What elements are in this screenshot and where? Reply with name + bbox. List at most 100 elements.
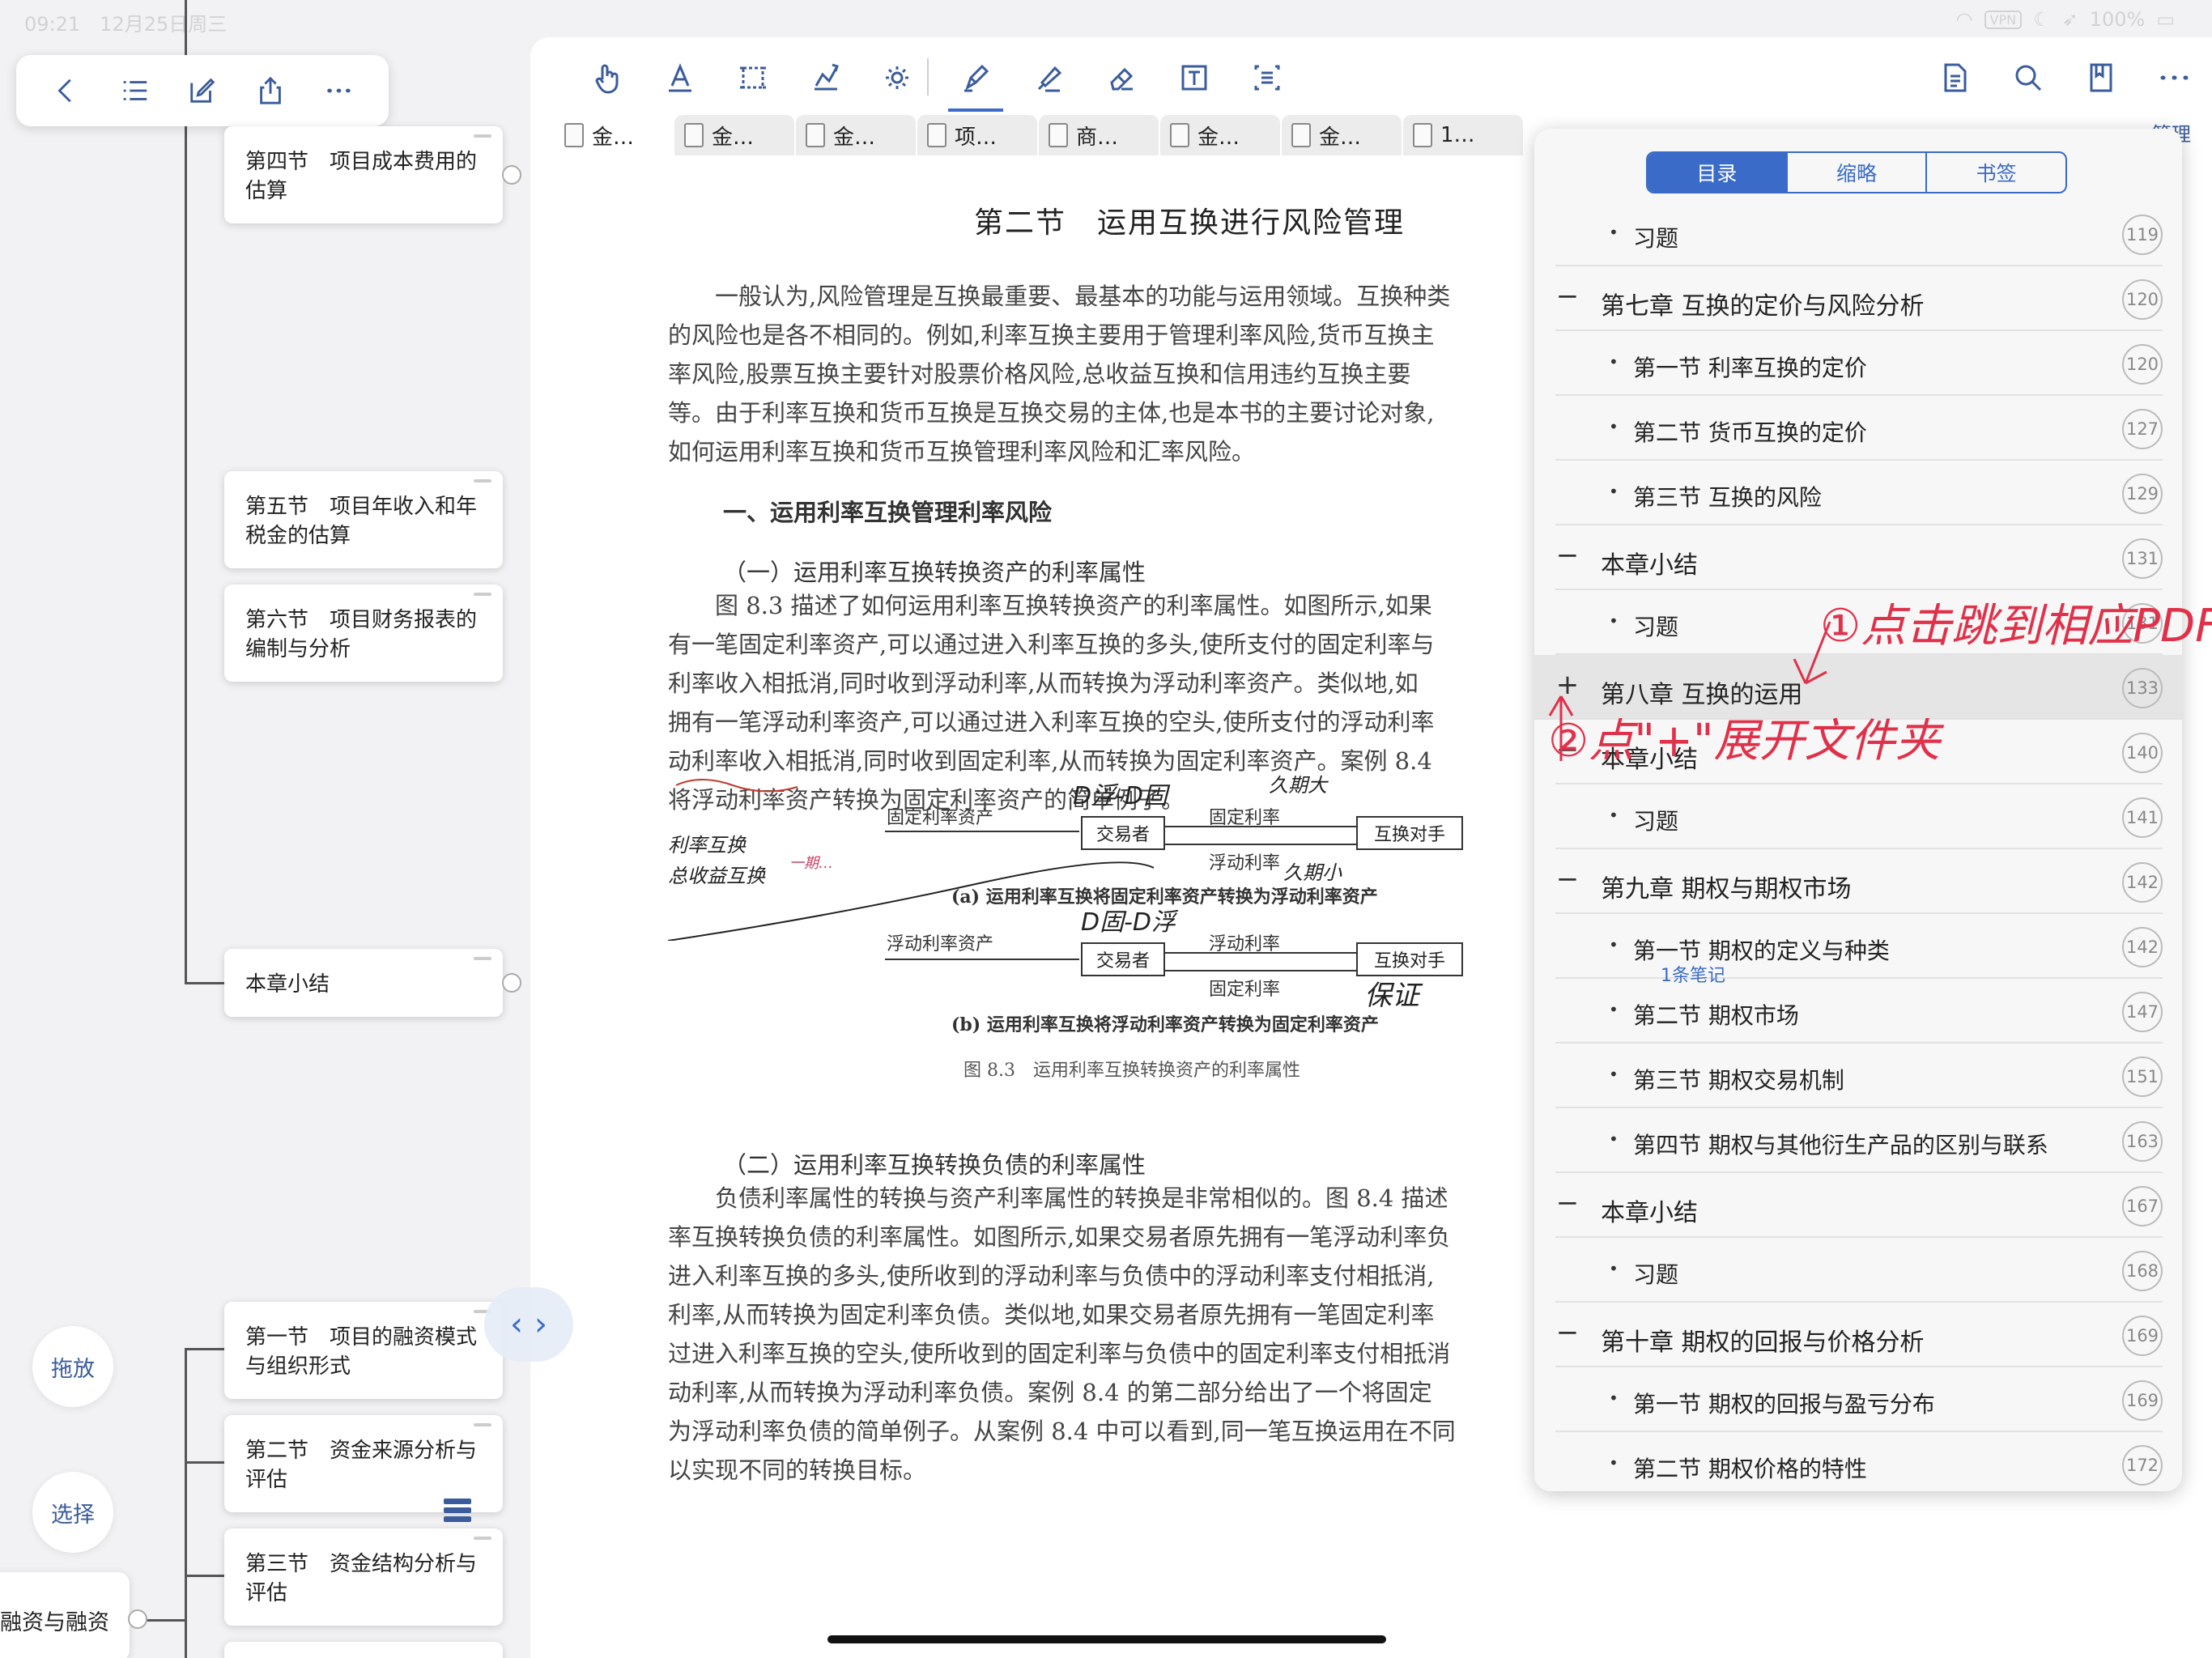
document-icon[interactable] [1931, 53, 1980, 102]
toc-row[interactable]: • 习题 119 [1555, 202, 2163, 266]
toc-row[interactable]: − 第七章 互换的定价与风险分析 120 [1555, 266, 2163, 331]
eraser-icon[interactable] [1097, 53, 1146, 102]
back-icon[interactable] [44, 68, 89, 113]
segment-thumbnails[interactable]: 缩略 [1788, 153, 1928, 192]
figure-arrow [1165, 952, 1356, 954]
doc-tab[interactable]: 金… [555, 115, 674, 155]
share-icon[interactable] [248, 68, 293, 113]
list-view-icon[interactable] [444, 1499, 471, 1523]
page-number-badge: 120 [2122, 344, 2163, 385]
drag-button[interactable]: 拖放 [32, 1326, 113, 1407]
page-number-badge: 172 [2122, 1445, 2163, 1486]
more-icon[interactable] [2150, 53, 2198, 102]
textbox-icon[interactable] [1170, 53, 1219, 102]
bullet-icon: • [1609, 482, 1619, 501]
text-icon[interactable] [656, 53, 704, 102]
toc-row[interactable]: • 习题 168 [1555, 1238, 2163, 1303]
toc-row[interactable]: − 本章小结 167 [1555, 1173, 2163, 1238]
pdf-file-icon [564, 123, 584, 147]
toc-segmented-control: 目录 缩略 书签 [1646, 151, 2067, 193]
mind-node[interactable]: 第五节 项目年收入和年税金的估算 [224, 471, 503, 568]
toc-row[interactable]: • 第三节 互换的风险 129 [1555, 461, 2163, 525]
hand-icon[interactable] [583, 53, 632, 102]
page-subheading: （二）运用利率互换转换负债的利率属性 [723, 1151, 1146, 1179]
toc-row[interactable]: − 第九章 期权与期权市场 142 [1555, 849, 2163, 914]
connector-line [185, 1348, 225, 1350]
collapse-toggle[interactable] [502, 973, 521, 993]
edit-icon[interactable] [180, 68, 225, 113]
doc-tab[interactable]: 金… [1282, 115, 1402, 155]
collapse-icon[interactable]: − [1555, 1189, 1580, 1217]
toc-row[interactable]: • 第三节 期权交易机制 151 [1555, 1044, 2163, 1108]
mind-node[interactable]: 第四节 项目成本费用的估算 [224, 126, 503, 223]
segment-bookmarks[interactable]: 书签 [1927, 153, 2065, 192]
collapse-icon[interactable]: − [1555, 1319, 1580, 1346]
search-icon[interactable] [2004, 53, 2052, 102]
battery-percent: 100% [2089, 8, 2146, 31]
toc-list: • 习题 119− 第七章 互换的定价与风险分析 120 • 第一节 利率互换的定价 120 •… [1534, 202, 2182, 1491]
toc-row-label: 第十章 期权的回报与价格分析 [1601, 1329, 1925, 1357]
toc-row-label: 习题 [1633, 225, 1679, 252]
page-number-badge: 141 [2122, 797, 2163, 838]
mind-node[interactable]: 第一节 项目的融资模式与组织形式 [224, 1302, 503, 1399]
collapse-icon[interactable]: − [1555, 865, 1580, 893]
toc-row-label: 本章小结 [1601, 1199, 1698, 1227]
toc-row[interactable]: • 第一节 期权的定义与种类 1条笔记 142 [1555, 914, 2163, 986]
figure-arrow [1165, 970, 1356, 971]
collapse-toggle[interactable] [128, 1609, 147, 1629]
figure-caption: 图 8.3 运用利率互换转换资产的利率属性 [963, 1061, 1300, 1081]
collapse-icon[interactable]: − [1555, 542, 1580, 569]
mind-map-pane[interactable]: 第四节 项目成本费用的估算 第五节 项目年收入和年税金的估算 第六节 项目财务报… [0, 0, 530, 1658]
mind-node[interactable] [224, 1642, 503, 1658]
mind-node[interactable]: 本章小结 [224, 949, 503, 1017]
ocr-icon[interactable] [1243, 53, 1291, 102]
doc-tab[interactable]: 1… [1403, 115, 1523, 155]
vpn-badge: VPN [1984, 10, 2023, 29]
pane-resize-handle[interactable]: ‹ › [484, 1287, 573, 1362]
toc-popover[interactable]: 目录 缩略 书签 • 习题 119− 第七章 互换的定价与风险分析 120 • 第一节 利率… [1534, 129, 2182, 1491]
connector-line [185, 1575, 225, 1577]
area-select-icon[interactable] [729, 53, 777, 102]
do-not-disturb-icon: ☾ [2033, 8, 2051, 31]
more-icon[interactable] [316, 68, 361, 113]
bullet-icon: • [1609, 1259, 1619, 1278]
doc-tab[interactable]: 金… [1160, 115, 1280, 155]
chart-icon[interactable] [802, 53, 850, 102]
page-number-badge: 167 [2122, 1186, 2163, 1226]
settings-icon[interactable] [874, 53, 923, 102]
select-button[interactable]: 选择 [32, 1472, 113, 1553]
pen-icon[interactable] [948, 53, 1003, 112]
bullet-icon: • [1609, 935, 1619, 954]
collapse-icon[interactable]: − [1555, 283, 1580, 310]
bookmark-icon[interactable] [2077, 53, 2125, 102]
outline-list-icon[interactable] [112, 68, 157, 113]
mind-node[interactable]: 第六节 项目财务报表的编制与分析 [224, 585, 503, 682]
doc-tab[interactable]: 项… [917, 115, 1037, 155]
toc-row-label: 第九章 期权与期权市场 [1601, 875, 1852, 903]
toc-row[interactable]: • 第一节 利率互换的定价 120 [1555, 331, 2163, 396]
toc-row[interactable]: • 第一节 期权的回报与盈亏分布 169 [1555, 1367, 2163, 1432]
page-number-badge: 147 [2122, 992, 2163, 1032]
mind-node[interactable]: 第三节 资金结构分析与评估 [224, 1528, 503, 1626]
doc-tab[interactable]: 商… [1039, 115, 1159, 155]
home-indicator[interactable] [827, 1635, 1386, 1643]
toc-row[interactable]: − 本章小结 131 [1555, 525, 2163, 590]
segment-toc[interactable]: 目录 [1648, 153, 1788, 192]
toc-row[interactable]: • 第二节 期权价格的特性 172 [1555, 1432, 2163, 1491]
doc-tab[interactable]: 金… [674, 115, 794, 155]
page-number-badge: 129 [2122, 474, 2163, 514]
toc-row-label: 第二节 期权价格的特性 [1633, 1456, 1867, 1482]
toc-row[interactable]: • 第二节 期权市场 147 [1555, 979, 2163, 1044]
collapse-toggle[interactable] [502, 165, 521, 185]
mind-root-node[interactable]: 融资与融资 [0, 1572, 130, 1658]
toc-row[interactable]: • 第四节 期权与其他衍生产品的区别与联系 163 [1555, 1108, 2163, 1173]
highlighter-icon[interactable] [1024, 53, 1073, 102]
chevron-right-icon: › [534, 1306, 547, 1343]
toc-row[interactable]: • 第二节 货币互换的定价 127 [1555, 396, 2163, 461]
doc-tab[interactable]: 金… [796, 115, 916, 155]
mind-node[interactable]: 第二节 资金来源分析与评估 [224, 1415, 503, 1512]
page-number-badge: 169 [2122, 1380, 2163, 1421]
mind-node-label: 第一节 项目的融资模式与组织形式 [245, 1325, 478, 1379]
toc-row[interactable]: − 第十章 期权的回报与价格分析 169 [1555, 1303, 2163, 1367]
battery-icon: ▭ [2156, 8, 2175, 31]
